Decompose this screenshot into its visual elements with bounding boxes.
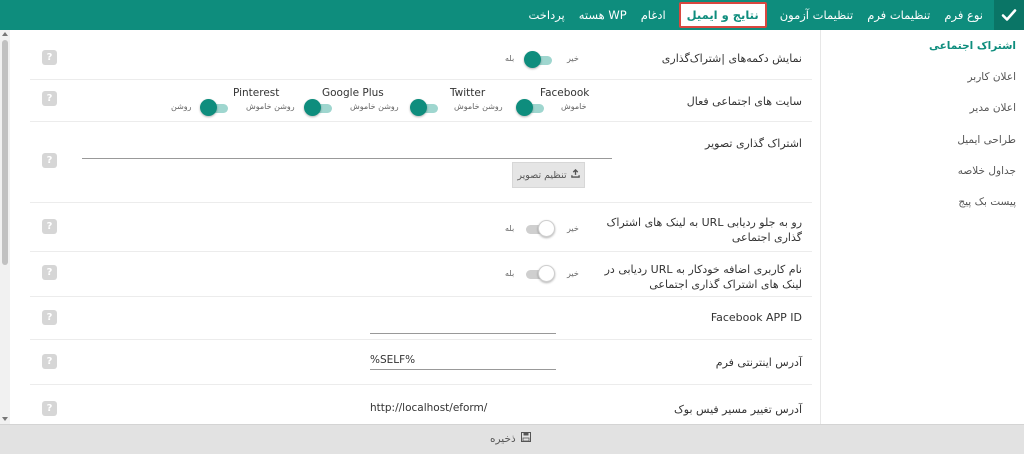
setting-label: نام کاربری اضافه خودکار به URL ردیابی در… xyxy=(604,263,802,291)
tab-wp-core[interactable]: هسته WP xyxy=(572,0,634,30)
setting-label: سایت های اجتماعی فعال xyxy=(686,95,802,108)
sidebar-item-email-design[interactable]: طراحی ایمیل xyxy=(957,134,1016,146)
checkmark-icon[interactable] xyxy=(994,0,1024,30)
settings-sidebar: اشتراک اجتماعی اعلان کاربر اعلان مدیر طر… xyxy=(820,30,1024,424)
network-state-text: روشن خاموش xyxy=(350,102,399,111)
scroll-down-arrow-icon[interactable] xyxy=(2,417,8,421)
help-icon[interactable]: ? xyxy=(42,310,57,325)
upload-icon xyxy=(570,168,580,181)
network-name-pinterest: Pinterest xyxy=(233,87,280,99)
scroll-up-arrow-icon[interactable] xyxy=(2,32,8,36)
help-icon[interactable]: ? xyxy=(42,153,57,168)
sidebar-item-user-notification[interactable]: اعلان کاربر xyxy=(968,71,1016,83)
share-buttons-toggle[interactable] xyxy=(524,51,554,69)
network-state-text: روشن خاموش xyxy=(454,102,503,111)
network-state-text: خاموش xyxy=(561,102,587,111)
setting-label: آدرس اینترنتی فرم xyxy=(715,356,802,369)
tab-quiz-settings[interactable]: تنظیمات آزمون xyxy=(773,0,861,30)
forward-url-toggle[interactable] xyxy=(524,220,555,238)
tab-payment[interactable]: پرداخت xyxy=(521,0,571,30)
sidebar-item-admin-notification[interactable]: اعلان مدیر xyxy=(970,102,1016,114)
network-state-text: روشن خاموش xyxy=(246,102,295,111)
google-plus-toggle[interactable] xyxy=(304,99,334,117)
setting-row-forward-url: رو به جلو ردیابی URL به لینک های اشتراک … xyxy=(30,203,812,252)
setting-label: نمایش دکمه‌های |شتراک‌گذاری xyxy=(661,52,802,65)
help-icon[interactable]: ? xyxy=(42,219,57,234)
tab-integration[interactable]: ادغام xyxy=(634,0,673,30)
sidebar-item-summary-tables[interactable]: جداول خلاصه xyxy=(958,165,1016,177)
toggle-yes-label: بله xyxy=(505,54,515,63)
save-icon xyxy=(520,432,531,445)
help-icon[interactable]: ? xyxy=(42,91,57,106)
save-label: ذخیره xyxy=(490,432,516,445)
toggle-yes-label: بله xyxy=(505,224,515,233)
help-icon[interactable]: ? xyxy=(42,354,57,369)
facebook-toggle[interactable] xyxy=(516,99,546,117)
facebook-redirect-input[interactable]: http://localhost/eform/ xyxy=(370,397,556,417)
set-image-label: تنظیم تصویر xyxy=(517,169,567,181)
toggle-no-label: خیر xyxy=(567,54,579,63)
top-navigation-bar: نوع فرم تنظیمات فرم تنظیمات آزمون نتایج … xyxy=(0,0,1024,30)
help-icon[interactable]: ? xyxy=(42,265,57,280)
facebook-app-id-input[interactable] xyxy=(370,314,556,334)
toggle-no-label: خیر xyxy=(567,224,579,233)
setting-label: رو به جلو ردیابی URL به لینک های اشتراک … xyxy=(606,216,802,244)
setting-label: Facebook APP ID xyxy=(710,311,802,324)
setting-row-facebook-app-id: Facebook APP ID ? xyxy=(30,297,812,340)
set-image-button[interactable]: تنظیم تصویر xyxy=(512,162,585,188)
network-name-twitter: Twitter xyxy=(450,87,486,99)
scrollbar[interactable] xyxy=(0,30,10,424)
help-icon[interactable]: ? xyxy=(42,401,57,416)
help-icon[interactable]: ? xyxy=(42,50,57,65)
form-url-input[interactable]: %SELF% xyxy=(370,350,556,370)
network-name-google-plus: Google Plus xyxy=(322,87,384,99)
tab-results-email[interactable]: نتایج و ایمیل xyxy=(678,2,767,28)
setting-row-share-image: اشتراک گذاری تصویر ? تنظیم تصویر xyxy=(30,122,812,203)
setting-label: آدرس تغییر مسیر فیس بوک xyxy=(673,403,802,416)
setting-row-form-url: آدرس اینترنتی فرم ? %SELF% xyxy=(30,340,812,385)
toggle-yes-label: بله xyxy=(505,269,515,278)
username-url-toggle[interactable] xyxy=(524,265,555,283)
setting-label: اشتراک گذاری تصویر xyxy=(705,137,802,150)
save-button[interactable]: ذخیره xyxy=(490,432,531,445)
footer-bar: ذخیره xyxy=(0,424,1024,454)
network-state-text: روشن xyxy=(171,102,192,111)
setting-row-facebook-redirect: آدرس تغییر مسیر فیس بوک ? http://localho… xyxy=(30,385,812,424)
tab-form-settings[interactable]: تنظیمات فرم xyxy=(860,0,937,30)
pinterest-toggle[interactable] xyxy=(200,99,230,117)
settings-content: نمایش دکمه‌های |شتراک‌گذاری ? خیر بله سا… xyxy=(10,30,818,424)
scroll-thumb[interactable] xyxy=(2,40,8,265)
setting-row-username-url: نام کاربری اضافه خودکار به URL ردیابی در… xyxy=(30,252,812,297)
share-image-field[interactable] xyxy=(82,139,612,159)
toggle-no-label: خیر xyxy=(567,269,579,278)
setting-row-share-buttons: نمایش دکمه‌های |شتراک‌گذاری ? خیر بله xyxy=(30,30,812,80)
tab-form-type[interactable]: نوع فرم xyxy=(937,0,990,30)
network-name-facebook: Facebook xyxy=(540,87,590,99)
sidebar-item-postback-page[interactable]: پیست بک پیج xyxy=(958,196,1016,208)
sidebar-item-social-share[interactable]: اشتراک اجتماعی xyxy=(929,40,1016,52)
twitter-toggle[interactable] xyxy=(410,99,440,117)
setting-row-social-networks: سایت های اجتماعی فعال ? Facebook خاموش T… xyxy=(30,80,812,122)
